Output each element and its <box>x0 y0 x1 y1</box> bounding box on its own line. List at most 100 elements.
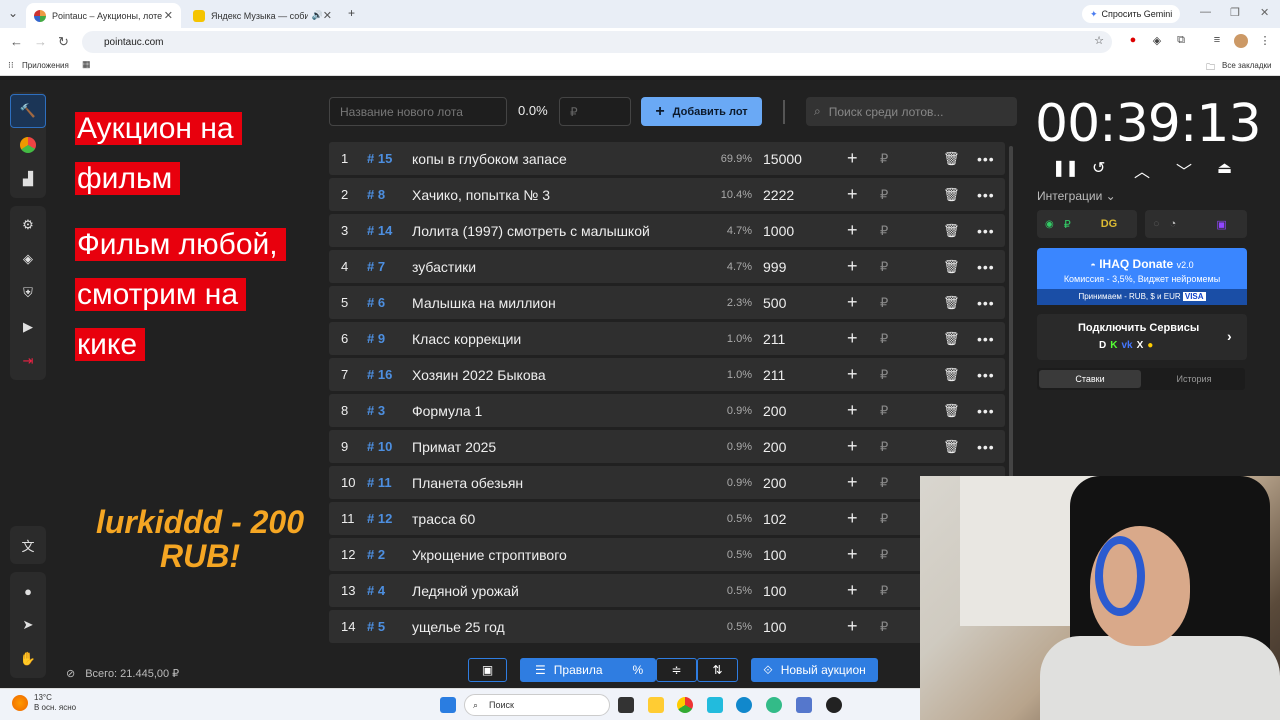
media-control-icon[interactable]: ≡ <box>1210 34 1224 48</box>
layers-icon[interactable]: ◈ <box>10 242 46 276</box>
plus-icon[interactable]: + <box>847 184 858 205</box>
eye-off-icon[interactable]: ⊘ <box>66 668 75 680</box>
trash-icon[interactable]: 🗑 <box>943 403 960 419</box>
shield-icon[interactable]: ⛨ <box>10 276 46 310</box>
forward-icon[interactable]: → <box>34 34 47 49</box>
back-icon[interactable]: ← <box>10 34 23 49</box>
save-button[interactable]: ▣ <box>468 658 507 682</box>
lot-row[interactable]: 1 # 15 копы в глубоком запасе 69.9% 15000 + ₽ 🗑… <box>329 142 1005 175</box>
extensions-puzzle-icon[interactable]: ⧉ <box>1174 34 1188 48</box>
ruble-icon[interactable]: ₽ <box>880 439 888 455</box>
reload-icon[interactable]: ↻ <box>58 34 69 50</box>
lot-row[interactable]: 9 # 10 Примат 2025 0.9% 200 + ₽ 🗑 ••• <box>329 430 1005 463</box>
donationgoal-icon[interactable]: DG <box>1101 218 1118 230</box>
more-icon[interactable]: ••• <box>977 439 995 455</box>
close-icon[interactable]: ✕ <box>323 9 332 22</box>
lot-id[interactable]: # 9 <box>367 331 385 346</box>
lot-name[interactable]: трасса 60 <box>412 511 475 527</box>
lot-row[interactable]: 4 # 7 зубастики 4.7% 999 + ₽ 🗑 ••• <box>329 250 1005 283</box>
trash-icon[interactable]: 🗑 <box>943 331 960 347</box>
windows-start-icon[interactable] <box>440 697 456 713</box>
plus-icon[interactable]: + <box>847 364 858 385</box>
trash-icon[interactable]: 🗑 <box>943 259 960 275</box>
ruble-icon[interactable]: ₽ <box>880 151 888 167</box>
app-icon[interactable] <box>707 697 723 713</box>
tab-bets[interactable]: Ставки <box>1039 370 1141 388</box>
ihaq-donate-banner[interactable]: ◓ IHAQ Donate v2.0 Комиссия - 3,5%, Видж… <box>1037 248 1247 305</box>
plus-icon[interactable]: + <box>847 616 858 637</box>
lot-amount[interactable]: 102 <box>763 511 786 527</box>
lot-name[interactable]: зубастики <box>412 259 476 275</box>
ruble-icon[interactable]: ₽ <box>880 547 888 563</box>
weather-icon[interactable] <box>12 695 28 711</box>
new-auction-button[interactable]: ⟐ Новый аукцион <box>751 658 878 682</box>
lot-amount[interactable]: 200 <box>763 403 786 419</box>
menu-kebab-icon[interactable]: ⋮ <box>1258 34 1272 48</box>
more-icon[interactable]: ••• <box>977 331 995 347</box>
lot-search-input[interactable]: ⌕ Поиск среди лотов... <box>806 97 1017 126</box>
lot-amount[interactable]: 2222 <box>763 187 794 203</box>
lot-name[interactable]: Хозяин 2022 Быкова <box>412 367 546 383</box>
gemini-button[interactable]: ✦ Спросить Gemini <box>1082 5 1181 23</box>
plus-icon[interactable]: + <box>847 220 858 241</box>
stats-icon[interactable]: ▟ <box>10 162 46 196</box>
trash-icon[interactable]: 🗑 <box>943 223 960 239</box>
lot-row[interactable]: 14 # 5 ущелье 25 год 0.5% 100 + ₽ <box>329 610 1005 643</box>
trash-icon[interactable]: 🗑 <box>943 367 960 383</box>
plus-icon[interactable]: + <box>847 256 858 277</box>
tab-history[interactable]: История <box>1143 368 1245 390</box>
more-icon[interactable]: ••• <box>977 295 995 311</box>
radio-on-icon[interactable]: ◉ <box>1045 219 1054 230</box>
twitch-icon[interactable]: ▣ <box>1216 218 1226 231</box>
compress-button[interactable]: ≑ <box>656 658 697 682</box>
lot-amount[interactable]: 999 <box>763 259 786 275</box>
lot-id[interactable]: # 10 <box>367 439 392 454</box>
lot-row[interactable]: 6 # 9 Класс коррекции 1.0% 211 + ₽ 🗑 ••• <box>329 322 1005 355</box>
lot-row[interactable]: 10 # 11 Планета обезьян 0.9% 200 + ₽ <box>329 466 1005 499</box>
more-icon[interactable]: ••• <box>977 223 995 239</box>
lot-amount[interactable]: 100 <box>763 583 786 599</box>
close-icon[interactable]: ✕ <box>164 9 173 22</box>
lot-row[interactable]: 13 # 4 Ледяной урожай 0.5% 100 + ₽ <box>329 574 1005 607</box>
plus-icon[interactable]: + <box>847 580 858 601</box>
notepad-icon[interactable] <box>796 697 812 713</box>
percent-icon[interactable]: % <box>633 663 644 677</box>
tab-yandex-music[interactable]: Яндекс Музыка — собирае 🔊 ✕ <box>185 3 340 28</box>
lot-id[interactable]: # 16 <box>367 367 392 382</box>
lot-name[interactable]: ущелье 25 год <box>412 619 505 635</box>
lot-amount[interactable]: 211 <box>763 331 785 347</box>
lot-id[interactable]: # 11 <box>367 475 392 490</box>
lot-name[interactable]: копы в глубоком запасе <box>412 151 567 167</box>
file-explorer-icon[interactable] <box>648 697 664 713</box>
add-lot-button[interactable]: + Добавить лот <box>641 97 762 126</box>
lot-amount[interactable]: 100 <box>763 547 786 563</box>
lot-id[interactable]: # 6 <box>367 295 385 310</box>
ruble-icon[interactable]: ₽ <box>880 331 888 347</box>
reset-icon[interactable]: ↺ <box>1092 158 1105 178</box>
lot-id[interactable]: # 5 <box>367 619 385 634</box>
ruble-icon[interactable]: ₽ <box>880 259 888 275</box>
ruble-icon[interactable]: ₽ <box>880 295 888 311</box>
lot-name[interactable]: Примат 2025 <box>412 439 496 455</box>
profile-avatar[interactable] <box>1234 34 1248 48</box>
chevron-down-icon[interactable]: ﹀ <box>1176 158 1192 182</box>
ruble-icon[interactable]: ₽ <box>880 475 888 491</box>
lot-amount[interactable]: 211 <box>763 367 785 383</box>
plus-icon[interactable]: + <box>847 400 858 421</box>
github-icon[interactable]: ● <box>10 574 46 608</box>
messenger-icon[interactable] <box>766 697 782 713</box>
lot-name[interactable]: Класс коррекции <box>412 331 521 347</box>
tab-pointauc[interactable]: Pointauc – Аукционы, лотереи ✕ <box>26 3 181 28</box>
ruble-icon[interactable]: ₽ <box>880 223 888 239</box>
telegram-icon[interactable]: ➤ <box>10 608 46 642</box>
obs-icon[interactable] <box>826 697 842 713</box>
bookmark-star-icon[interactable]: ☆ <box>1092 34 1106 48</box>
lot-id[interactable]: # 7 <box>367 259 385 274</box>
lot-id[interactable]: # 12 <box>367 511 392 526</box>
weather-widget[interactable]: 13°C В осн. ясно <box>34 693 76 713</box>
chevron-up-icon[interactable]: ︿ <box>1134 158 1150 182</box>
ruble-icon[interactable]: ₽ <box>880 367 888 383</box>
translate-icon[interactable]: 文 <box>10 528 46 562</box>
url-field[interactable]: pointauc.com <box>82 31 1112 53</box>
more-icon[interactable]: ••• <box>977 403 995 419</box>
